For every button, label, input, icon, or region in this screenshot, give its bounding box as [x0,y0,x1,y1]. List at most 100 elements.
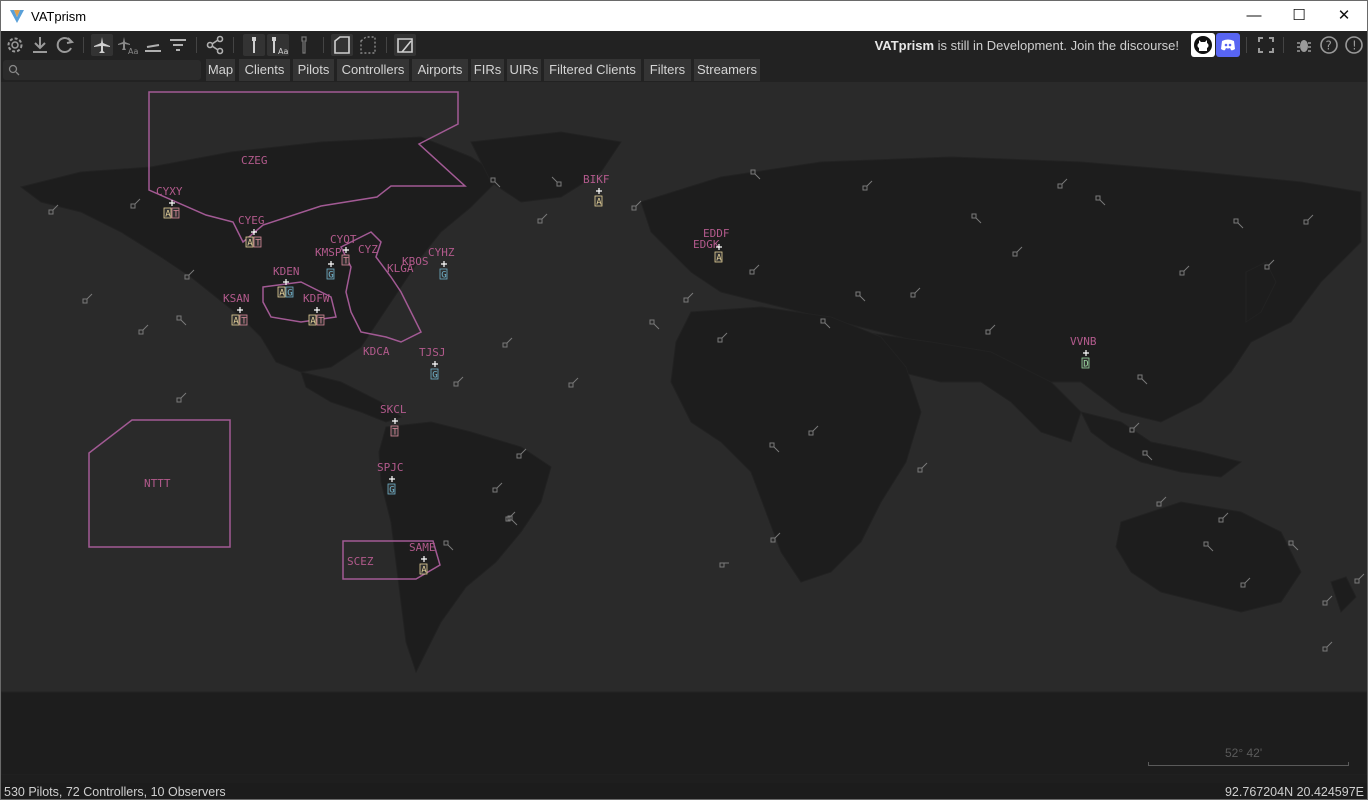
airport-cross-icon [441,261,447,267]
aircraft-marker[interactable] [1354,573,1365,584]
airport-label-cyqt[interactable]: CYQT [330,233,357,246]
airport-label-kden[interactable]: KDEN [273,265,300,278]
aircraft-marker[interactable] [537,213,548,224]
aircraft-marker[interactable] [683,292,694,303]
airport-label-cyz[interactable]: CYZ [358,243,378,256]
airport-label-vvnb[interactable]: VVNB [1070,335,1097,348]
fullscreen-icon[interactable] [1255,34,1277,56]
fir-label-nttt[interactable]: NTTT [144,477,171,490]
aircraft-marker[interactable] [1288,540,1299,551]
svg-text:Aa: Aa [278,47,288,56]
aircraft-label-icon[interactable]: Aa [116,34,138,56]
airport-label-spjc[interactable]: SPJC [377,461,404,474]
discord-icon[interactable] [1216,33,1240,57]
aircraft-marker[interactable] [719,562,729,568]
airport-label-cyxy[interactable]: CYXY [156,185,183,198]
aircraft-marker[interactable] [1322,595,1333,606]
uir-icon[interactable] [357,34,379,56]
airport-label-ksan[interactable]: KSAN [223,292,250,305]
aircraft-marker[interactable] [1322,641,1333,652]
tab-firs[interactable]: FIRs [471,59,505,81]
fir-icon[interactable] [331,34,353,56]
airport-label-tjsj[interactable]: TJSJ [419,346,446,359]
tab-airports[interactable]: Airports [412,59,469,81]
tab-streamers[interactable]: Streamers [694,59,761,81]
airport-marker-skcl[interactable]: T [390,418,399,438]
airport-label-kdca[interactable]: KDCA [363,345,390,358]
airport-icon[interactable] [243,34,265,56]
aircraft-marker[interactable] [453,376,464,387]
map-layer-icon[interactable] [394,34,416,56]
aircraft-marker[interactable] [176,315,187,326]
settings-icon[interactable] [4,34,26,56]
title-bar[interactable]: VATprism — ☐ ✕ [1,1,1367,31]
cursor-coordinates: 92.767204N 20.424597E [1224,785,1364,799]
close-button[interactable]: ✕ [1321,1,1367,31]
tower-icon[interactable] [293,34,315,56]
aircraft-marker[interactable] [82,293,93,304]
tab-controllers[interactable]: Controllers [337,59,410,81]
download-icon[interactable] [29,34,51,56]
airport-label-kmsp[interactable]: KMSP [315,246,342,259]
airport-label-cyhz[interactable]: CYHZ [428,246,455,259]
landmass-layer [1,131,1367,775]
airport-marker-cyhz[interactable]: G [439,261,448,281]
tab-bar: Map Clients Pilots Controllers Airports … [1,59,1367,82]
controller-badge-letter: G [432,371,437,381]
map-scale-label: 52° 42' [1225,746,1263,760]
airport-marker-cyqt[interactable]: T [341,247,350,267]
controller-badge-letter: A [596,198,602,208]
share-icon[interactable] [204,34,226,56]
airport-label-edgk[interactable]: EDGK [693,238,720,251]
airport-marker-tjsj[interactable]: G [430,361,439,381]
map-canvas[interactable]: CZEG NTTT SCEZ CYXY CYEG CYQT CYZ KMSP C… [1,82,1367,775]
aircraft-marker[interactable] [48,204,59,215]
fir-label-scez[interactable]: SCEZ [347,555,374,568]
airport-label-kbos[interactable]: KBOS [402,255,429,268]
tab-uirs[interactable]: UIRs [507,59,542,81]
fir-label-czeg[interactable]: CZEG [241,154,268,167]
airport-marker-vvnb[interactable]: D [1081,350,1090,370]
africa-land [670,306,922,583]
aircraft-icon[interactable] [91,34,113,56]
aircraft-marker[interactable] [917,462,928,473]
airport-label-bikf[interactable]: BIKF [583,173,610,186]
aircraft-marker[interactable] [649,319,660,330]
airport-label-icon[interactable]: Aa [267,34,289,56]
tab-filtered-clients[interactable]: Filtered Clients [544,59,642,81]
filter-icon[interactable] [167,34,189,56]
tab-filters[interactable]: Filters [644,59,692,81]
search-input[interactable] [23,60,198,80]
runway-icon[interactable] [142,34,164,56]
refresh-icon[interactable] [54,34,76,56]
minimize-button[interactable]: — [1231,1,1277,31]
aircraft-marker[interactable] [176,392,187,403]
airport-cross-icon [432,361,438,367]
airport-label-same[interactable]: SAME [409,541,436,554]
airport-marker-kmsp[interactable]: G [326,261,335,281]
controller-badge-letter: T [318,317,324,327]
airport-label-skcl[interactable]: SKCL [380,403,407,416]
airport-marker-same[interactable]: A [419,556,428,576]
aircraft-marker[interactable] [631,200,642,211]
help-icon[interactable]: ? [1318,34,1340,56]
bug-icon[interactable] [1293,34,1315,56]
info-icon[interactable]: ! [1343,34,1365,56]
tab-clients[interactable]: Clients [239,59,291,81]
github-icon[interactable] [1191,33,1215,57]
controller-badge-letter: A [165,210,171,220]
aircraft-marker[interactable] [568,377,579,388]
airport-marker-bikf[interactable]: A [594,188,603,208]
tab-pilots[interactable]: Pilots [293,59,335,81]
search-box[interactable] [3,60,201,80]
airport-label-kdfw[interactable]: KDFW [303,292,330,305]
airport-marker-eddf[interactable]: A [714,244,723,264]
world-map[interactable]: CZEG NTTT SCEZ CYXY CYEG CYQT CYZ KMSP C… [1,82,1367,775]
aircraft-marker[interactable] [138,324,149,335]
aircraft-marker[interactable] [1156,496,1167,507]
tab-map[interactable]: Map [206,59,236,81]
airport-marker-spjc[interactable]: G [387,476,396,496]
maximize-button[interactable]: ☐ [1276,1,1322,31]
aircraft-marker[interactable] [502,337,513,348]
airport-label-cyeg[interactable]: CYEG [238,214,265,227]
